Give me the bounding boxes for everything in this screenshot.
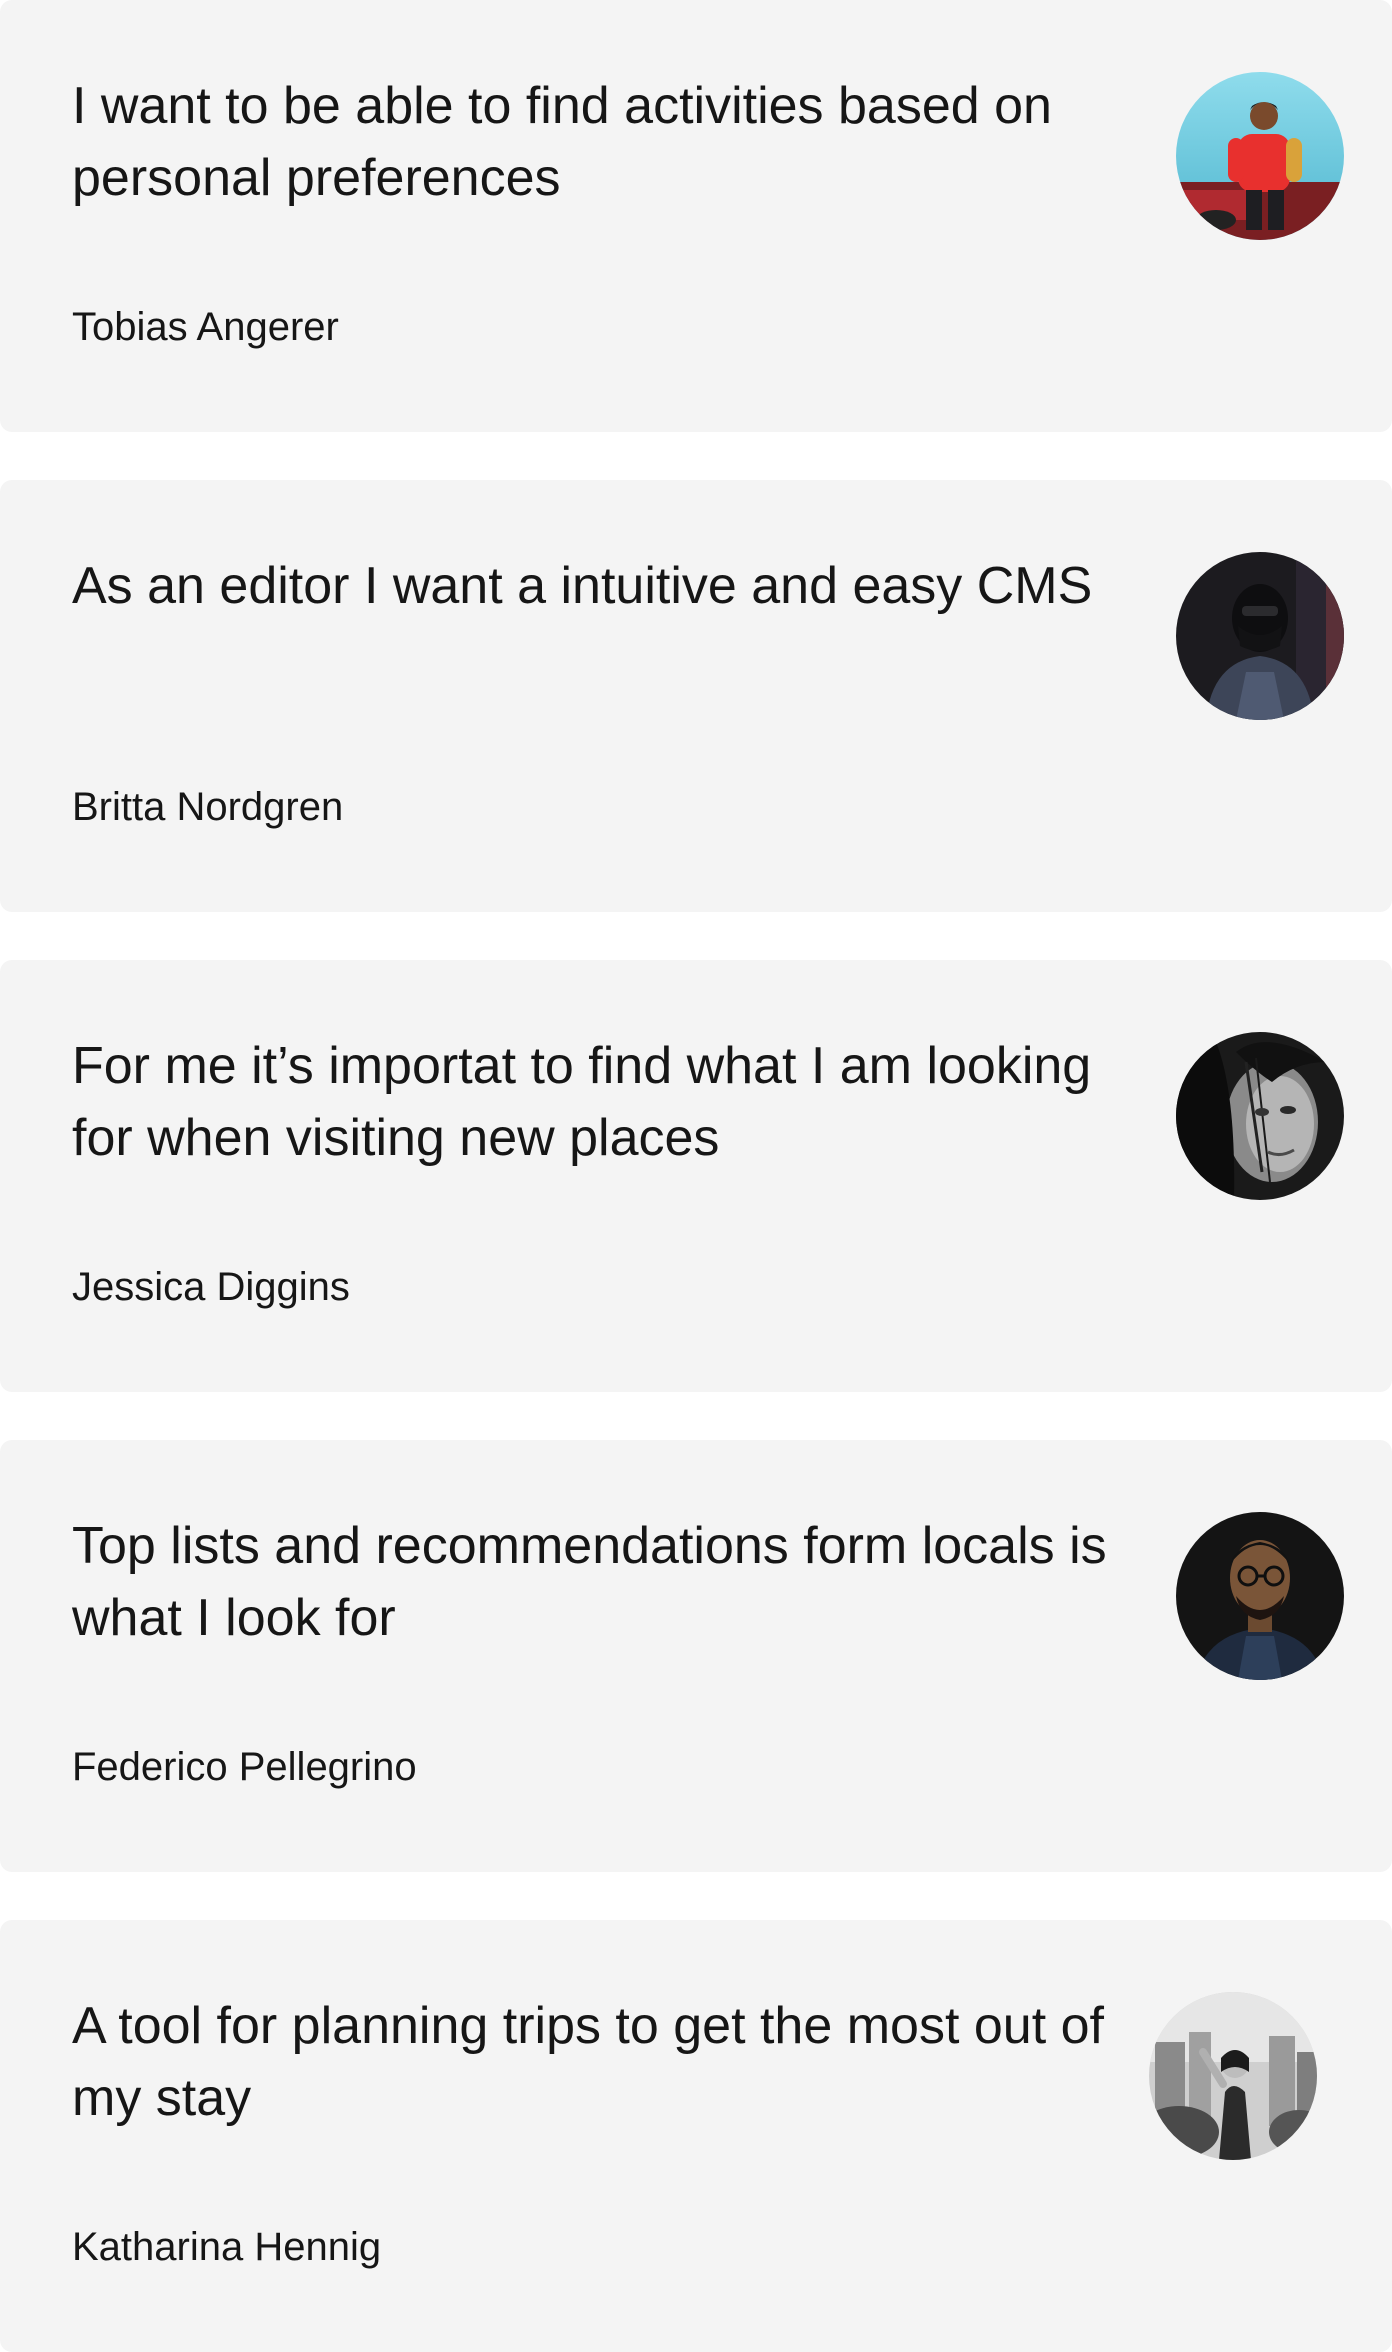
testimonial-card: As an editor I want a intuitive and easy… — [0, 480, 1392, 912]
avatar-person-masked-dark-icon — [1176, 552, 1344, 720]
testimonial-quote: I want to be able to find activities bas… — [72, 77, 1052, 207]
avatar — [1149, 1992, 1317, 2160]
avatar-person-red-hoodie-icon — [1176, 72, 1344, 240]
testimonial-author: Katharina Hennig — [72, 2225, 382, 2269]
testimonial-card: I want to be able to find activities bas… — [0, 0, 1392, 432]
testimonial-card: For me it’s importat to find what I am l… — [0, 960, 1392, 1392]
testimonial-author: Tobias Angerer — [72, 305, 339, 349]
testimonial-card: Top lists and recommendations form local… — [0, 1440, 1392, 1872]
avatar — [1176, 72, 1344, 240]
avatar-woman-bw-portrait-icon — [1176, 1032, 1344, 1200]
testimonial-author: Jessica Diggins — [72, 1265, 350, 1309]
testimonial-quote: A tool for planning trips to get the mos… — [72, 1997, 1104, 2127]
avatar — [1176, 1032, 1344, 1200]
testimonial-card: A tool for planning trips to get the mos… — [0, 1920, 1392, 2352]
testimonial-author: Federico Pellegrino — [72, 1745, 417, 1789]
testimonial-author: Britta Nordgren — [72, 785, 344, 829]
testimonial-quote: As an editor I want a intuitive and easy… — [72, 557, 1093, 615]
testimonial-quote: For me it’s importat to find what I am l… — [72, 1037, 1092, 1167]
avatar — [1176, 1512, 1344, 1680]
testimonial-quote: Top lists and recommendations form local… — [72, 1517, 1107, 1647]
avatar-woman-city-bw-icon — [1149, 1992, 1317, 2160]
avatar-man-glasses-dark-icon — [1176, 1512, 1344, 1680]
avatar — [1176, 552, 1344, 720]
